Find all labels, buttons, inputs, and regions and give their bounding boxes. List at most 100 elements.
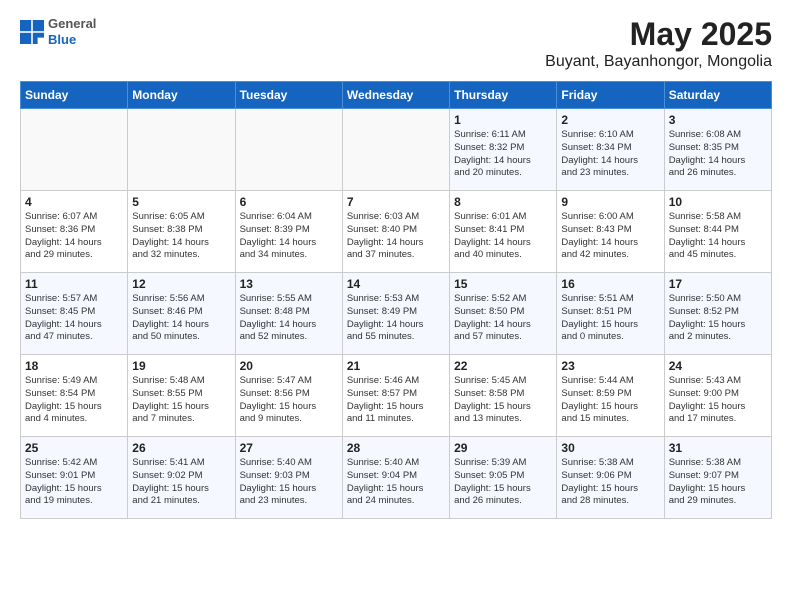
calendar-cell: 22 Sunrise: 5:45 AM Sunset: 8:58 PM Dayli… <box>450 355 557 437</box>
calendar-cell: 1Sunrise: 6:11 AM Sunset: 8:32 PM Daylig… <box>450 109 557 191</box>
cell-info: Sunrise: 5:40 AM Sunset: 9:04 PM Dayligh… <box>347 457 445 508</box>
calendar-cell: 25 Sunrise: 5:42 AM Sunset: 9:01 PM Dayli… <box>21 437 128 519</box>
cell-info: Sunrise: 5:56 AM Sunset: 8:46 PM Dayligh… <box>132 293 230 344</box>
header-row: SundayMondayTuesdayWednesdayThursdayFrid… <box>21 82 772 109</box>
cell-info: Sunrise: 6:04 AM Sunset: 8:39 PM Dayligh… <box>240 211 338 262</box>
cell-info: Sunrise: 5:51 AM Sunset: 8:51 PM Dayligh… <box>561 293 659 344</box>
cell-info: Sunrise: 5:47 AM Sunset: 8:56 PM Dayligh… <box>240 375 338 426</box>
cell-info: Sunrise: 6:01 AM Sunset: 8:41 PM Dayligh… <box>454 211 552 262</box>
day-number: 2 <box>561 113 659 127</box>
day-number: 7 <box>347 195 445 209</box>
cell-info: Sunrise: 5:39 AM Sunset: 9:05 PM Dayligh… <box>454 457 552 508</box>
day-number: 31 <box>669 441 767 455</box>
cell-info: Sunrise: 5:46 AM Sunset: 8:57 PM Dayligh… <box>347 375 445 426</box>
calendar-table: SundayMondayTuesdayWednesdayThursdayFrid… <box>20 81 772 519</box>
calendar-cell: 10Sunrise: 5:58 AM Sunset: 8:44 PM Dayli… <box>664 191 771 273</box>
calendar-cell: 29 Sunrise: 5:39 AM Sunset: 9:05 PM Dayli… <box>450 437 557 519</box>
calendar-cell: 26 Sunrise: 5:41 AM Sunset: 9:02 PM Dayli… <box>128 437 235 519</box>
cell-info: Sunrise: 5:45 AM Sunset: 8:58 PM Dayligh… <box>454 375 552 426</box>
calendar-cell: 23Sunrise: 5:44 AM Sunset: 8:59 PM Dayli… <box>557 355 664 437</box>
calendar-cell: 13 Sunrise: 5:55 AM Sunset: 8:48 PM Dayli… <box>235 273 342 355</box>
cell-info: Sunrise: 5:53 AM Sunset: 8:49 PM Dayligh… <box>347 293 445 344</box>
calendar-cell: 14 Sunrise: 5:53 AM Sunset: 8:49 PM Dayli… <box>342 273 449 355</box>
cell-info: Sunrise: 5:41 AM Sunset: 9:02 PM Dayligh… <box>132 457 230 508</box>
calendar-cell: 7Sunrise: 6:03 AM Sunset: 8:40 PM Daylig… <box>342 191 449 273</box>
calendar-cell: 8Sunrise: 6:01 AM Sunset: 8:41 PM Daylig… <box>450 191 557 273</box>
calendar-cell: 12 Sunrise: 5:56 AM Sunset: 8:46 PM Dayli… <box>128 273 235 355</box>
day-number: 22 <box>454 359 552 373</box>
week-row-1: 1Sunrise: 6:11 AM Sunset: 8:32 PM Daylig… <box>21 109 772 191</box>
cell-info: Sunrise: 5:42 AM Sunset: 9:01 PM Dayligh… <box>25 457 123 508</box>
cell-info: Sunrise: 5:38 AM Sunset: 9:06 PM Dayligh… <box>561 457 659 508</box>
day-number: 5 <box>132 195 230 209</box>
cell-info: Sunrise: 6:07 AM Sunset: 8:36 PM Dayligh… <box>25 211 123 262</box>
day-number: 18 <box>25 359 123 373</box>
day-number: 30 <box>561 441 659 455</box>
day-number: 19 <box>132 359 230 373</box>
cell-info: Sunrise: 6:00 AM Sunset: 8:43 PM Dayligh… <box>561 211 659 262</box>
header-cell-thursday: Thursday <box>450 82 557 109</box>
cell-info: Sunrise: 5:50 AM Sunset: 8:52 PM Dayligh… <box>669 293 767 344</box>
cell-info: Sunrise: 5:55 AM Sunset: 8:48 PM Dayligh… <box>240 293 338 344</box>
cell-info: Sunrise: 6:05 AM Sunset: 8:38 PM Dayligh… <box>132 211 230 262</box>
calendar-cell: 24Sunrise: 5:43 AM Sunset: 9:00 PM Dayli… <box>664 355 771 437</box>
calendar-cell: 30 Sunrise: 5:38 AM Sunset: 9:06 PM Dayli… <box>557 437 664 519</box>
calendar-cell: 18 Sunrise: 5:49 AM Sunset: 8:54 PM Dayli… <box>21 355 128 437</box>
calendar-cell: 4 Sunrise: 6:07 AM Sunset: 8:36 PM Daylig… <box>21 191 128 273</box>
day-number: 27 <box>240 441 338 455</box>
week-row-5: 25 Sunrise: 5:42 AM Sunset: 9:01 PM Dayli… <box>21 437 772 519</box>
calendar-cell <box>128 109 235 191</box>
day-number: 12 <box>132 277 230 291</box>
calendar-title: May 2025 <box>545 16 772 53</box>
cell-info: Sunrise: 6:11 AM Sunset: 8:32 PM Dayligh… <box>454 129 552 180</box>
header-cell-saturday: Saturday <box>664 82 771 109</box>
calendar-cell: 27 Sunrise: 5:40 AM Sunset: 9:03 PM Dayli… <box>235 437 342 519</box>
cell-info: Sunrise: 5:44 AM Sunset: 8:59 PM Dayligh… <box>561 375 659 426</box>
calendar-cell: 6 Sunrise: 6:04 AM Sunset: 8:39 PM Daylig… <box>235 191 342 273</box>
logo-general-text: General <box>48 16 96 32</box>
calendar-cell: 28 Sunrise: 5:40 AM Sunset: 9:04 PM Dayli… <box>342 437 449 519</box>
calendar-cell: 9 Sunrise: 6:00 AM Sunset: 8:43 PM Daylig… <box>557 191 664 273</box>
header-cell-sunday: Sunday <box>21 82 128 109</box>
week-row-4: 18 Sunrise: 5:49 AM Sunset: 8:54 PM Dayli… <box>21 355 772 437</box>
day-number: 10 <box>669 195 767 209</box>
day-number: 6 <box>240 195 338 209</box>
day-number: 16 <box>561 277 659 291</box>
calendar-cell <box>235 109 342 191</box>
calendar-cell: 5 Sunrise: 6:05 AM Sunset: 8:38 PM Daylig… <box>128 191 235 273</box>
cell-info: Sunrise: 5:43 AM Sunset: 9:00 PM Dayligh… <box>669 375 767 426</box>
day-number: 25 <box>25 441 123 455</box>
day-number: 3 <box>669 113 767 127</box>
day-number: 13 <box>240 277 338 291</box>
cell-info: Sunrise: 5:40 AM Sunset: 9:03 PM Dayligh… <box>240 457 338 508</box>
day-number: 20 <box>240 359 338 373</box>
calendar-cell: 17Sunrise: 5:50 AM Sunset: 8:52 PM Dayli… <box>664 273 771 355</box>
day-number: 28 <box>347 441 445 455</box>
day-number: 29 <box>454 441 552 455</box>
day-number: 26 <box>132 441 230 455</box>
day-number: 4 <box>25 195 123 209</box>
calendar-cell <box>21 109 128 191</box>
cell-info: Sunrise: 5:57 AM Sunset: 8:45 PM Dayligh… <box>25 293 123 344</box>
logo: General Blue <box>20 16 96 47</box>
day-number: 14 <box>347 277 445 291</box>
cell-info: Sunrise: 5:49 AM Sunset: 8:54 PM Dayligh… <box>25 375 123 426</box>
day-number: 9 <box>561 195 659 209</box>
calendar-cell: 21Sunrise: 5:46 AM Sunset: 8:57 PM Dayli… <box>342 355 449 437</box>
calendar-cell <box>342 109 449 191</box>
calendar-cell: 20 Sunrise: 5:47 AM Sunset: 8:56 PM Dayli… <box>235 355 342 437</box>
cell-info: Sunrise: 5:38 AM Sunset: 9:07 PM Dayligh… <box>669 457 767 508</box>
page-header: General Blue May 2025 Buyant, Bayanhongo… <box>20 16 772 71</box>
logo-icon <box>20 20 44 44</box>
calendar-cell: 3 Sunrise: 6:08 AM Sunset: 8:35 PM Daylig… <box>664 109 771 191</box>
week-row-2: 4 Sunrise: 6:07 AM Sunset: 8:36 PM Daylig… <box>21 191 772 273</box>
header-cell-wednesday: Wednesday <box>342 82 449 109</box>
cell-info: Sunrise: 5:52 AM Sunset: 8:50 PM Dayligh… <box>454 293 552 344</box>
calendar-cell: 15Sunrise: 5:52 AM Sunset: 8:50 PM Dayli… <box>450 273 557 355</box>
header-cell-monday: Monday <box>128 82 235 109</box>
calendar-cell: 2Sunrise: 6:10 AM Sunset: 8:34 PM Daylig… <box>557 109 664 191</box>
title-block: May 2025 Buyant, Bayanhongor, Mongolia <box>545 16 772 71</box>
day-number: 11 <box>25 277 123 291</box>
cell-info: Sunrise: 6:08 AM Sunset: 8:35 PM Dayligh… <box>669 129 767 180</box>
cell-info: Sunrise: 5:48 AM Sunset: 8:55 PM Dayligh… <box>132 375 230 426</box>
